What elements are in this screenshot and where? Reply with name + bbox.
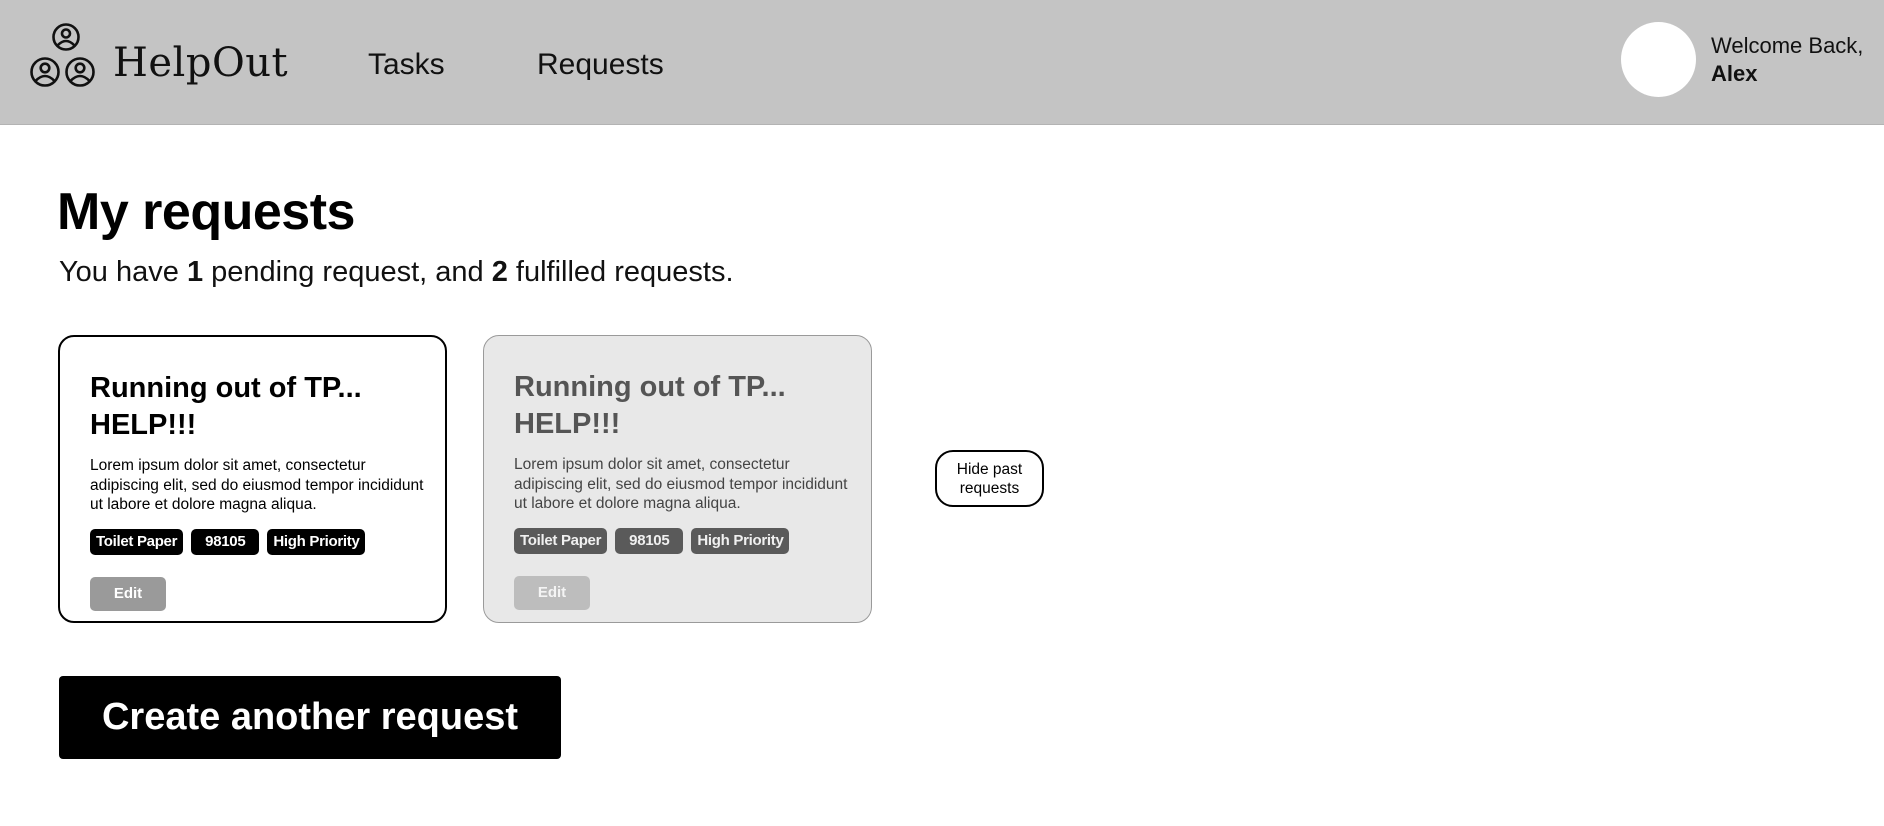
edit-button[interactable]: Edit: [90, 577, 166, 611]
tag-item-type: Toilet Paper: [514, 528, 608, 554]
nav-requests[interactable]: Requests: [537, 48, 664, 82]
create-request-button[interactable]: Create another request: [59, 676, 561, 759]
request-card-tags: Toilet Paper 98105 High Priority: [514, 528, 841, 554]
request-card-fulfilled[interactable]: Running out of TP... HELP!!! Lorem ipsum…: [483, 335, 872, 623]
tag-priority: High Priority: [691, 528, 790, 554]
summary-prefix: You have: [59, 256, 187, 288]
brand-logo-link[interactable]: HelpOut: [28, 22, 288, 100]
nav-tasks[interactable]: Tasks: [368, 48, 445, 82]
hide-past-requests-button[interactable]: Hide past requests: [935, 450, 1044, 507]
top-navigation-bar: HelpOut Tasks Requests Welcome Back, Ale…: [0, 0, 1884, 125]
user-name: Alex: [1711, 61, 1758, 86]
request-card-title: Running out of TP... HELP!!!: [514, 371, 786, 440]
page-title: My requests: [57, 183, 355, 241]
tag-zip-code: 98105: [615, 528, 684, 554]
people-group-icon: [30, 23, 95, 87]
edit-button-disabled: Edit: [514, 576, 590, 610]
request-summary: You have 1 pending request, and 2 fulfil…: [59, 256, 734, 289]
welcome-line: Welcome Back,: [1711, 33, 1864, 58]
user-avatar[interactable]: [1621, 22, 1696, 97]
pending-count: 1: [186, 256, 204, 288]
request-card-description: Lorem ipsum dolor sit amet, consectetur …: [514, 456, 848, 512]
fulfilled-count: 2: [491, 256, 508, 288]
welcome-message: Welcome Back, Alex: [1711, 32, 1863, 88]
request-card-tags: Toilet Paper 98105 High Priority: [90, 529, 415, 555]
tag-zip-code: 98105: [191, 529, 260, 555]
request-card-title: Running out of TP... HELP!!!: [90, 372, 362, 441]
summary-middle: pending request, and: [203, 256, 492, 288]
brand-name: HelpOut: [113, 40, 289, 86]
request-card-description: Lorem ipsum dolor sit amet, consectetur …: [90, 457, 424, 513]
request-card-pending[interactable]: Running out of TP... HELP!!! Lorem ipsum…: [58, 335, 447, 623]
summary-suffix: fulfilled requests.: [507, 256, 734, 288]
tag-item-type: Toilet Paper: [90, 529, 184, 555]
tag-priority: High Priority: [267, 529, 366, 555]
